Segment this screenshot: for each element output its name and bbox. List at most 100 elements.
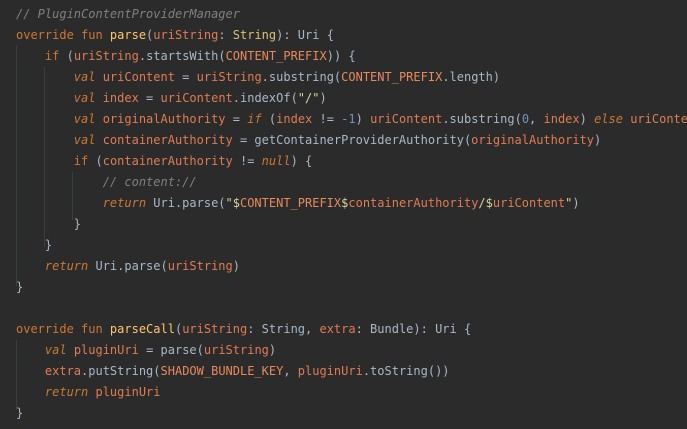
code-token: index: [102, 91, 139, 105]
code-token: else: [594, 112, 631, 126]
code-token: = parse(: [138, 343, 204, 357]
code-line[interactable]: extra.putString(SHADOW_BUNDLE_KEY, plugi…: [16, 361, 687, 382]
code-token: ): [572, 196, 580, 210]
code-token: containerAuthority: [102, 133, 233, 147]
code-line[interactable]: // content://: [16, 172, 687, 193]
code-token: uriContent: [102, 70, 175, 84]
code-token: !=: [312, 112, 342, 126]
code-token: !=: [232, 154, 262, 168]
code-token: CONTENT_PREFIX: [225, 49, 327, 63]
code-editor[interactable]: // PluginContentProviderManager override …: [0, 0, 687, 429]
code-line[interactable]: if (uriString.startsWith(CONTENT_PREFIX)…: [16, 46, 687, 67]
code-token: 0: [521, 112, 530, 126]
code-token: uriString: [182, 322, 248, 336]
code-token: index: [543, 112, 580, 126]
code-token: :: [218, 28, 233, 42]
code-token: pluginUri: [95, 385, 161, 399]
code-token: uriString: [196, 70, 262, 84]
code-token: index: [276, 112, 313, 126]
code-line[interactable]: val originalAuthority = if (index != -1)…: [16, 109, 687, 130]
code-token: : Bundle): Uri {: [355, 322, 472, 336]
code-token: originalAuthority: [471, 133, 594, 147]
code-token: pluginUri: [297, 364, 363, 378]
code-token: Uri.parse(: [153, 196, 226, 210]
code-token: }: [16, 406, 24, 420]
code-token: SHADOW_BUNDLE_KEY: [160, 364, 284, 378]
code-token: .substring(: [442, 112, 522, 126]
code-line[interactable]: }: [16, 277, 687, 298]
code-line[interactable]: override fun parse(uriString: String): U…: [16, 25, 687, 46]
code-line[interactable]: override fun parseCall(uriString: String…: [16, 319, 687, 340]
code-token: uriString: [203, 343, 269, 357]
code-token: // PluginContentProviderManager: [16, 7, 240, 21]
code-line[interactable]: return Uri.parse("$CONTENT_PREFIX$contai…: [16, 193, 687, 214]
code-token: uriString: [153, 28, 219, 42]
code-token: uriContent: [630, 112, 687, 126]
code-token: if: [44, 49, 67, 63]
code-token: parse: [109, 28, 147, 42]
code-line[interactable]: val index = uriContent.indexOf("/"): [16, 88, 687, 109]
code-token: .length): [442, 70, 501, 84]
code-token: if: [73, 154, 96, 168]
code-token: =: [138, 91, 161, 105]
code-token: =: [174, 70, 197, 84]
code-token: val: [73, 133, 103, 147]
code-token: ) {: [290, 154, 313, 168]
code-token: }: [16, 280, 24, 294]
code-token: val: [44, 343, 74, 357]
code-token: return: [44, 385, 96, 399]
code-token: .indexOf(: [232, 91, 298, 105]
code-token: }: [44, 238, 53, 252]
code-line[interactable]: val uriContent = uriString.substring(CON…: [16, 67, 687, 88]
code-token: CONTENT_PREFIX: [239, 196, 342, 210]
code-token: .substring(: [261, 70, 342, 84]
code-token: val: [73, 112, 103, 126]
code-line[interactable]: // PluginContentProviderManager: [16, 4, 687, 25]
code-line[interactable]: val pluginUri = parse(uriString): [16, 340, 687, 361]
code-line[interactable]: }: [16, 214, 687, 235]
code-token: Uri.parse(: [95, 259, 168, 273]
code-token: ): [594, 133, 602, 147]
code-token: ): [319, 91, 327, 105]
code-token: val: [73, 91, 103, 105]
code-token: null: [261, 154, 291, 168]
code-token: uriContent: [370, 112, 443, 126]
code-line[interactable]: if (containerAuthority != null) {: [16, 151, 687, 172]
code-token: // content://: [102, 175, 197, 189]
code-content[interactable]: // PluginContentProviderManager override …: [16, 4, 687, 424]
code-token: if: [247, 112, 269, 126]
code-token: extra: [319, 322, 356, 336]
code-token: ,: [283, 364, 298, 378]
code-token: : String,: [247, 322, 320, 336]
code-token: = getContainerProviderAuthority(: [232, 133, 472, 147]
code-token: pluginUri: [73, 343, 139, 357]
code-token: uriContent: [492, 196, 566, 210]
code-line[interactable]: return pluginUri: [16, 382, 687, 403]
code-line[interactable]: }: [16, 403, 687, 424]
code-token: }: [73, 217, 82, 231]
code-token: ): [232, 259, 240, 273]
code-line[interactable]: [16, 298, 687, 319]
code-token: ): Uri {: [276, 28, 334, 42]
code-token: containerAuthority: [102, 154, 233, 168]
code-line[interactable]: }: [16, 235, 687, 256]
code-token: .toString()): [362, 364, 450, 378]
code-token: -1: [341, 112, 356, 126]
code-token: "/": [297, 91, 320, 105]
code-line[interactable]: val containerAuthority = getContainerPro…: [16, 130, 687, 151]
code-token: String: [232, 28, 277, 42]
code-token: originalAuthority: [102, 112, 226, 126]
code-line[interactable]: return Uri.parse(uriString): [16, 256, 687, 277]
